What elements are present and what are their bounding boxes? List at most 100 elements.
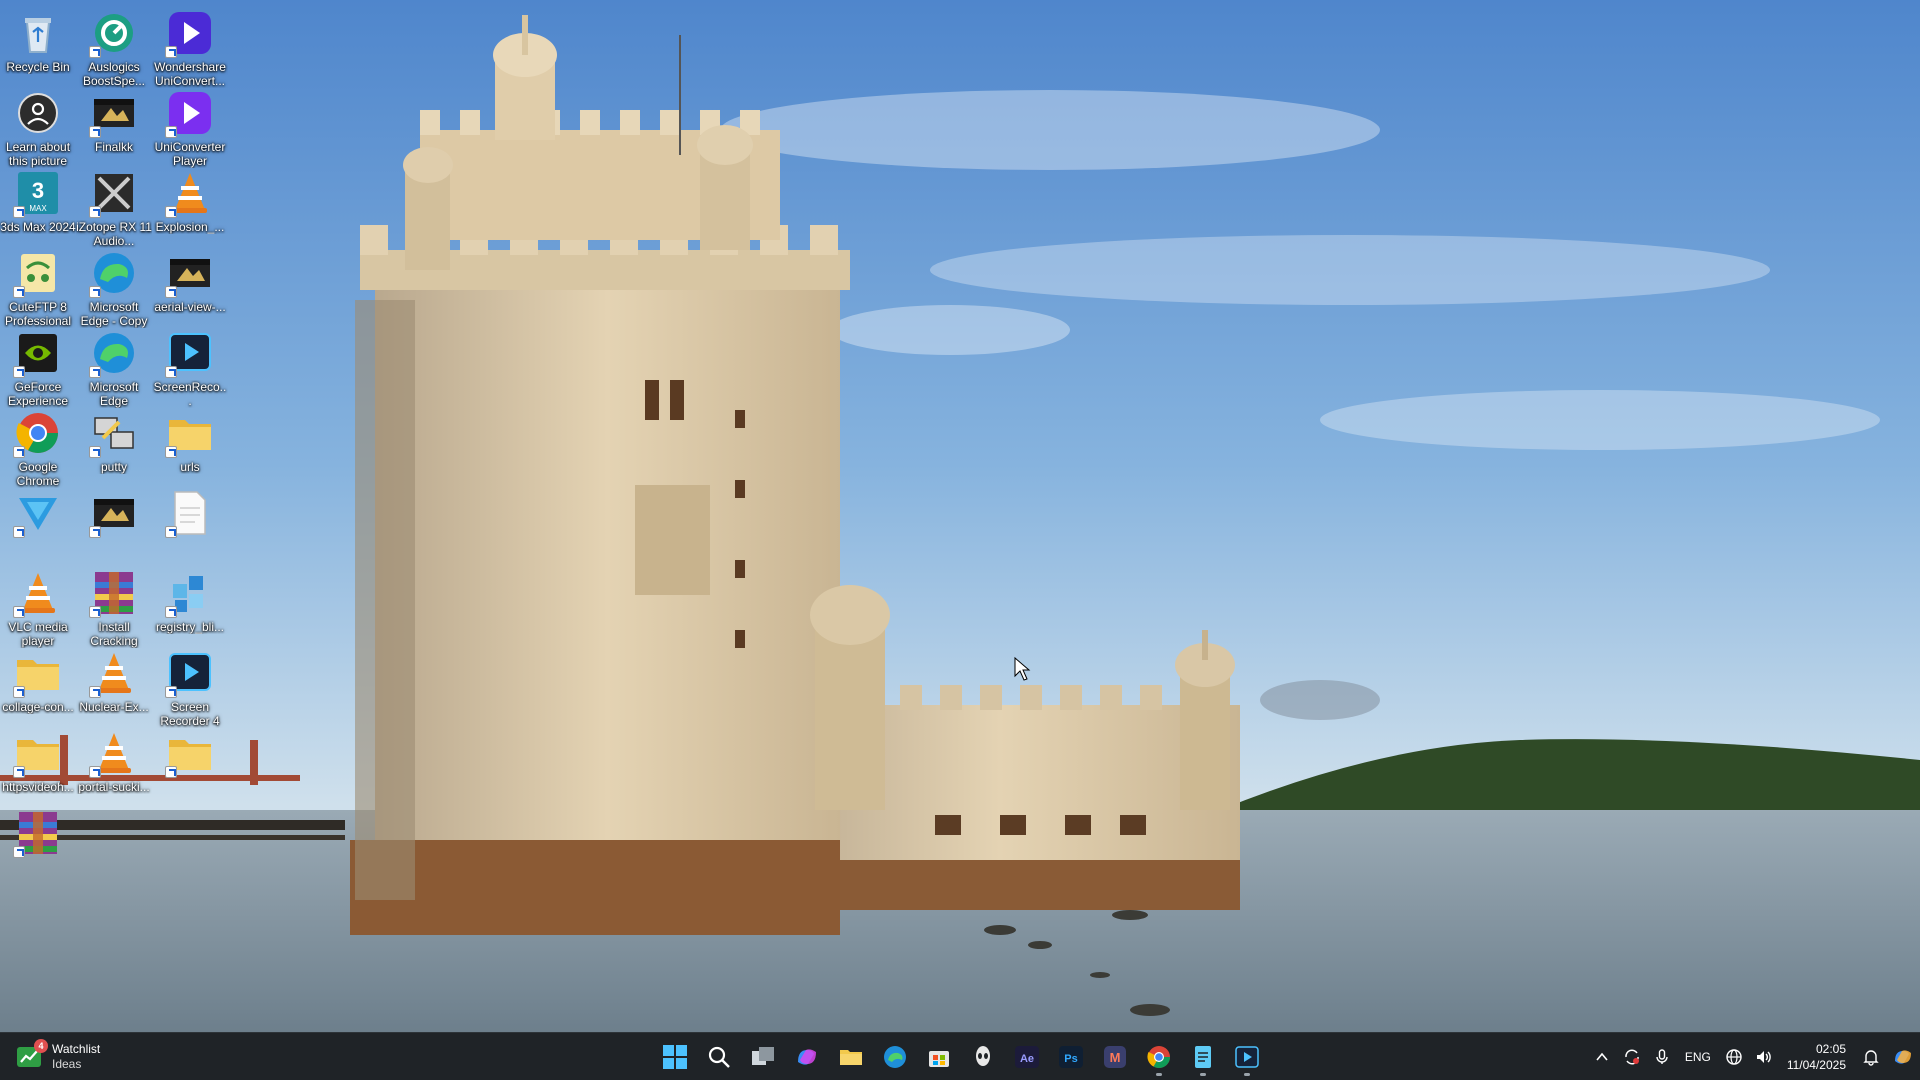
desktop-icon[interactable]: httpsvideoh...	[0, 722, 76, 814]
desktop-icon-label: putty	[100, 460, 127, 474]
copilot-button[interactable]	[785, 1037, 829, 1077]
bell-icon	[1863, 1050, 1879, 1066]
photoshop-icon: Ps	[1059, 1046, 1083, 1068]
desktop-icon[interactable]: portal-sucki...	[76, 722, 152, 814]
shortcut-arrow-icon	[165, 766, 177, 778]
chevron-up-icon	[1596, 1052, 1608, 1061]
desktop-icon[interactable]: ScreenReco...	[152, 322, 228, 414]
notifications-button[interactable]	[1856, 1039, 1886, 1075]
desktop-icon[interactable]: aerial-view-...	[152, 242, 228, 334]
show-hidden-icons-button[interactable]	[1587, 1039, 1617, 1075]
shortcut-arrow-icon	[13, 446, 25, 458]
desktop-icon[interactable]: registry_bli...	[152, 562, 228, 654]
registry-file-icon	[165, 568, 215, 618]
chrome-button[interactable]	[1137, 1037, 1181, 1077]
malwarebytes-button[interactable]: M	[1093, 1037, 1137, 1077]
shortcut-arrow-icon	[89, 46, 101, 58]
clock[interactable]: 02:05 11/04/2025	[1779, 1041, 1856, 1073]
shortcut-arrow-icon	[13, 686, 25, 698]
desktop-icon[interactable]	[76, 482, 152, 574]
desktop-icon[interactable]: putty	[76, 402, 152, 494]
notepad-icon	[1195, 1046, 1211, 1068]
screen-recorder-icon	[165, 328, 215, 378]
desktop-icon[interactable]: collage-con...	[0, 642, 76, 734]
geforce-icon	[13, 328, 63, 378]
desktop-icon[interactable]: Learn about this picture	[0, 82, 76, 174]
screen-recorder-button[interactable]	[1225, 1037, 1269, 1077]
task-view-button[interactable]	[741, 1037, 785, 1077]
running-indicator	[1156, 1073, 1162, 1076]
winrar-icon	[89, 568, 139, 618]
putty-icon	[89, 408, 139, 458]
sync-icon	[1625, 1049, 1639, 1065]
desktop-icon[interactable]	[152, 482, 228, 574]
desktop-icon[interactable]	[152, 722, 228, 814]
desktop-icon[interactable]	[0, 482, 76, 574]
desktop-wallpaper	[0, 0, 1920, 1032]
taskbar-apps: Ae Ps M	[653, 1037, 1269, 1077]
desktop-icon[interactable]: Install Cracking	[76, 562, 152, 654]
desktop-icon-label: portal-sucki...	[78, 780, 150, 794]
vlc-icon	[165, 168, 215, 218]
desktop-icon[interactable]: UniConverter Player	[152, 82, 228, 174]
shortcut-arrow-icon	[89, 446, 101, 458]
edge-icon	[89, 328, 139, 378]
shortcut-arrow-icon	[89, 526, 101, 538]
running-indicator	[1200, 1073, 1206, 1076]
widgets-button[interactable]: 4 Watchlist Ideas	[14, 1039, 100, 1075]
start-button[interactable]	[653, 1037, 697, 1077]
triangle-app-icon	[13, 488, 63, 538]
desktop-icon[interactable]: Google Chrome	[0, 402, 76, 494]
winrar-icon	[13, 808, 63, 858]
shortcut-arrow-icon	[89, 286, 101, 298]
desktop-icon[interactable]: Explosion_...	[152, 162, 228, 254]
alienware-button[interactable]	[961, 1037, 1005, 1077]
copilot-tray-button[interactable]	[1886, 1039, 1920, 1075]
vlc-icon	[13, 568, 63, 618]
photoshop-button[interactable]: Ps	[1049, 1037, 1093, 1077]
shortcut-arrow-icon	[165, 526, 177, 538]
after-effects-button[interactable]: Ae	[1005, 1037, 1049, 1077]
alien-icon	[976, 1046, 990, 1066]
desktop-icon[interactable]: Auslogics BoostSpe...	[76, 2, 152, 94]
desktop-icon[interactable]: VLC media player	[0, 562, 76, 654]
desktop-icon[interactable]: Microsoft Edge - Copy	[76, 242, 152, 334]
3ds-max-icon: 3 MAX	[13, 168, 63, 218]
desktop-icon[interactable]: Screen Recorder 4	[152, 642, 228, 734]
desktop-icon[interactable]: GeForce Experience	[0, 322, 76, 414]
desktop-icon-grid: Recycle Bin Auslogics BoostSpe... Wondersh…	[0, 0, 230, 1032]
desktop-icon[interactable]: Nuclear-Ex...	[76, 642, 152, 734]
desktop-icon[interactable]: CuteFTP 8 Professional	[0, 242, 76, 334]
edge-icon	[89, 248, 139, 298]
search-button[interactable]	[697, 1037, 741, 1077]
folder-icon	[13, 648, 63, 698]
folder-icon	[165, 408, 215, 458]
shortcut-arrow-icon	[89, 606, 101, 618]
desktop-icon[interactable]: Finalkk	[76, 82, 152, 174]
desktop-icon[interactable]: urls	[152, 402, 228, 494]
shortcut-arrow-icon	[13, 366, 25, 378]
edge-button[interactable]	[873, 1037, 917, 1077]
desktop-icon[interactable]: 3 MAX 3ds Max 2024	[0, 162, 76, 254]
desktop-icon[interactable]: Microsoft Edge	[76, 322, 152, 414]
desktop-icon[interactable]	[0, 802, 76, 894]
language-indicator[interactable]: ENG	[1677, 1039, 1719, 1075]
wondershare-icon	[165, 8, 215, 58]
sync-tray-button[interactable]	[1617, 1039, 1647, 1075]
microphone-tray-button[interactable]	[1647, 1039, 1677, 1075]
store-button[interactable]	[917, 1037, 961, 1077]
folder-icon	[13, 728, 63, 778]
file-explorer-button[interactable]	[829, 1037, 873, 1077]
notepad-button[interactable]	[1181, 1037, 1225, 1077]
shortcut-arrow-icon	[165, 286, 177, 298]
shortcut-arrow-icon	[89, 366, 101, 378]
windows-logo-icon	[663, 1045, 687, 1069]
camera-icon	[13, 88, 63, 138]
malwarebytes-icon: M	[1104, 1046, 1126, 1068]
desktop-icon[interactable]: Wondershare UniConvert...	[152, 2, 228, 94]
desktop-icon-label: 3ds Max 2024	[0, 220, 76, 234]
desktop-icon[interactable]: iZotope RX 11 Audio...	[76, 162, 152, 254]
desktop-icon[interactable]: Recycle Bin	[0, 2, 76, 94]
network-tray-button[interactable]	[1719, 1039, 1749, 1075]
volume-tray-button[interactable]	[1749, 1039, 1779, 1075]
